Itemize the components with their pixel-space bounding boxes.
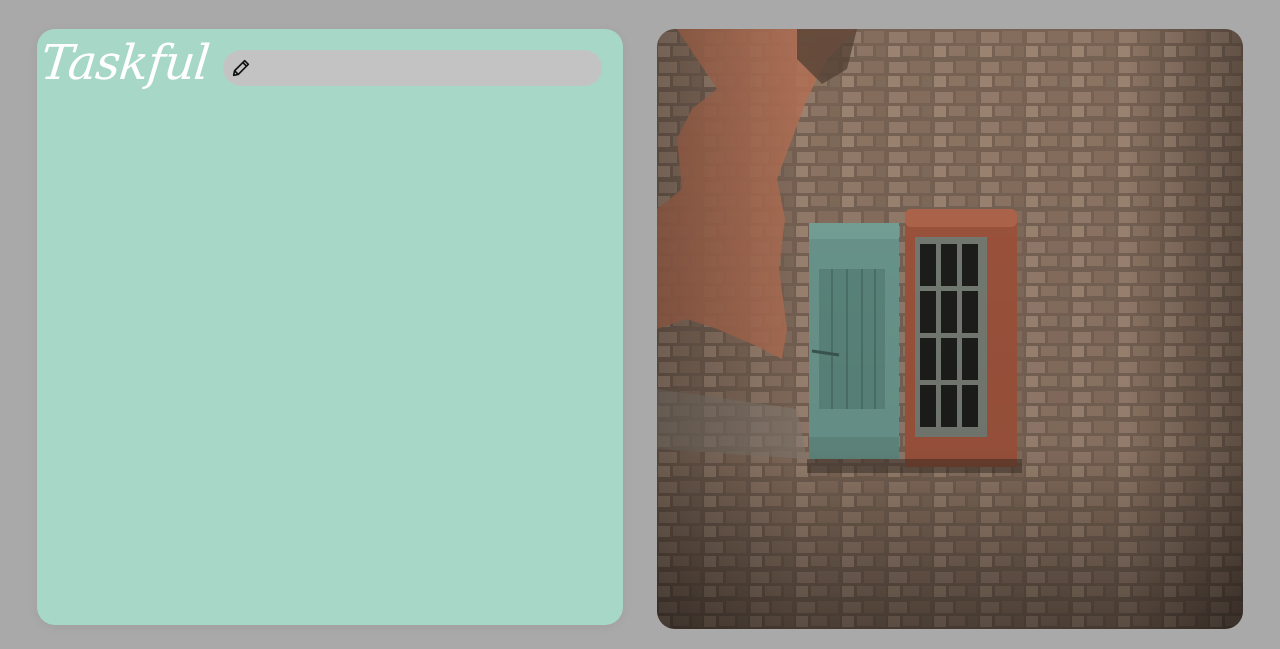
new-task-input-container[interactable] — [223, 50, 602, 86]
app-logo: Taskful — [38, 35, 212, 91]
task-list — [57, 109, 603, 609]
pencil-icon — [232, 59, 250, 77]
new-task-input[interactable] — [259, 50, 589, 86]
taskful-app-card: Taskful — [37, 29, 623, 625]
page-backdrop: Taskful — [0, 0, 1280, 649]
background-photo — [657, 29, 1243, 629]
stone-wall-photo — [657, 29, 1243, 629]
